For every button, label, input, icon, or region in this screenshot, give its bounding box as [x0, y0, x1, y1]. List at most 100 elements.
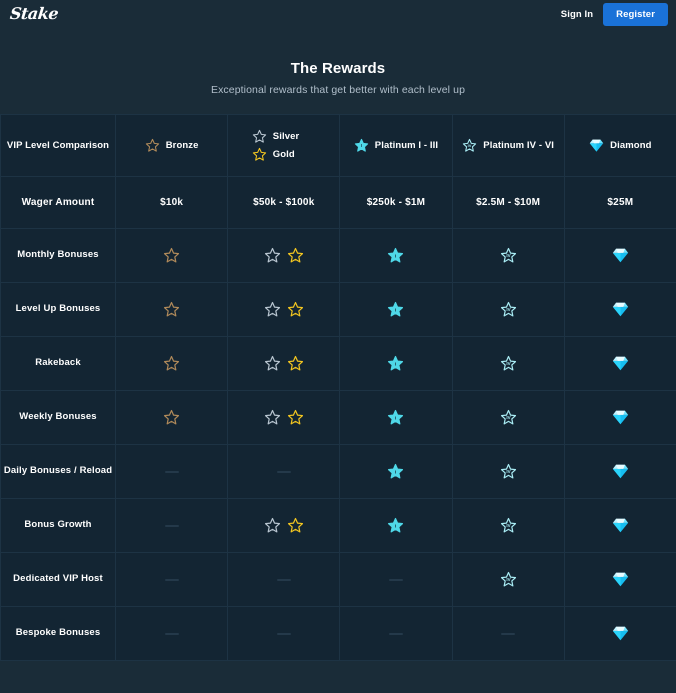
star-shape: I — [388, 355, 404, 371]
svg-text:IV: IV — [506, 415, 510, 420]
not-available-dash — [228, 578, 339, 581]
cell-diamond — [563, 228, 676, 283]
cell-bronze — [114, 282, 229, 337]
cell-plat46: IV — [451, 444, 565, 499]
vip-level-comparison-label: VIP Level Comparison — [6, 140, 110, 151]
column-header-plat13: I Platinum I - III — [339, 114, 453, 177]
empty-dash — [501, 632, 516, 635]
table-row: Monthly Bonuses I IV — [0, 228, 676, 283]
column-header-plat46: IV Platinum IV - VI — [451, 114, 565, 177]
star-shape — [287, 517, 303, 533]
diamond-gem-icon — [565, 464, 676, 479]
table-row-wager-amount: Wager Amount $10k $50k - $100k $250k - $1M $… — [0, 176, 676, 229]
cell-silvergold — [227, 390, 341, 445]
not-available-dash — [340, 578, 451, 581]
row-label: Dedicated VIP Host — [0, 552, 116, 607]
cell-plat46: IV — [451, 336, 565, 391]
row-label: Monthly Bonuses — [0, 228, 116, 283]
not-available-dash — [340, 632, 451, 635]
star-shape: IV — [500, 409, 516, 425]
star-shape — [164, 409, 180, 425]
diamond-gem-icon — [565, 410, 676, 425]
row-label: Daily Bonuses / Reload — [0, 444, 116, 499]
column-label-diamond: Diamond — [610, 139, 652, 151]
svg-text:IV: IV — [506, 307, 510, 312]
stake-logo[interactable]: Stake — [9, 4, 59, 23]
cell-plat46: IV — [451, 228, 565, 283]
star-shape — [252, 147, 266, 161]
star-filled-platinum-i-icon: I — [340, 301, 451, 318]
gem-shape — [589, 139, 604, 152]
row-label: Weekly Bonuses — [0, 390, 116, 445]
star-outline-silver-gold-icon — [228, 247, 339, 264]
diamond-gem-icon — [565, 572, 676, 587]
topbar-actions: Sign In Register — [561, 2, 668, 26]
empty-dash — [388, 632, 403, 635]
page-subtitle: Exceptional rewards that get better with… — [210, 84, 466, 96]
star-shape: I — [354, 138, 368, 152]
cell-plat13: I — [339, 390, 453, 445]
cell-plat13: I — [339, 336, 453, 391]
cell-plat13 — [339, 552, 453, 607]
sign-in-link[interactable]: Sign In — [561, 9, 593, 20]
cell-silvergold — [227, 228, 341, 283]
star-outline-platinum-iv-icon: IV — [453, 355, 564, 372]
star-outline-bronze-icon — [116, 409, 227, 426]
cell-silvergold — [227, 498, 341, 553]
cell-bronze — [114, 606, 229, 661]
diamond-gem-icon — [565, 248, 676, 263]
gem-shape — [612, 410, 628, 425]
table-row: Daily Bonuses / Reload I IV — [0, 444, 676, 499]
cell-plat46: IV — [451, 498, 565, 553]
svg-text:I: I — [361, 143, 362, 148]
cell-plat13: I — [339, 282, 453, 337]
cell-bronze — [114, 444, 229, 499]
cell-silvergold — [227, 552, 341, 607]
star-outline-bronze-icon — [145, 138, 160, 153]
column-label-silver: Silver — [272, 131, 300, 142]
star-outline-silver-icon — [252, 129, 267, 144]
wager-value-silvergold: $50k - $100k — [227, 176, 341, 229]
cell-diamond — [563, 390, 676, 445]
svg-text:IV: IV — [506, 253, 510, 258]
cell-plat13: I — [339, 498, 453, 553]
table-row: Bespoke Bonuses — [0, 606, 676, 661]
star-outline-silver-gold-icon — [228, 409, 339, 426]
gem-shape — [612, 626, 628, 641]
star-filled-platinum-i-icon: I — [340, 463, 451, 480]
cell-bronze — [114, 228, 229, 283]
register-button[interactable]: Register — [603, 2, 668, 26]
star-shape: IV — [500, 355, 516, 371]
svg-text:IV: IV — [506, 577, 510, 582]
cell-plat46: IV — [451, 282, 565, 337]
gem-shape — [612, 518, 628, 533]
star-filled-platinum-i-icon: I — [340, 409, 451, 426]
column-label-plat46: Platinum IV - VI — [483, 140, 555, 151]
cell-bronze — [114, 336, 229, 391]
wager-value-plat13: $250k - $1M — [339, 176, 453, 229]
wager-value-diamond: $25M — [563, 176, 676, 229]
cell-bronze — [114, 498, 229, 553]
table-row: Dedicated VIP Host IV — [0, 552, 676, 607]
star-outline-platinum-iv-icon: IV — [462, 138, 477, 153]
star-outline-platinum-iv-icon: IV — [453, 517, 564, 534]
cell-diamond — [563, 336, 676, 391]
star-shape — [287, 409, 303, 425]
star-outline-platinum-iv-icon: IV — [453, 409, 564, 426]
rewards-table-container: VIP Level Comparison Bronze Silver Gold I Pla… — [0, 114, 676, 661]
star-outline-silver-gold-icon — [228, 517, 339, 534]
table-body: Wager Amount $10k $50k - $100k $250k - $1M $… — [0, 176, 676, 661]
svg-text:IV: IV — [468, 143, 472, 148]
svg-text:IV: IV — [506, 469, 510, 474]
star-outline-platinum-iv-icon: IV — [453, 247, 564, 264]
star-shape: IV — [500, 247, 516, 263]
svg-text:IV: IV — [506, 523, 510, 528]
cell-plat13 — [339, 606, 453, 661]
empty-dash — [276, 578, 291, 581]
hero-section: The Rewards Exceptional rewards that get… — [0, 28, 676, 96]
row-label: Level Up Bonuses — [0, 282, 116, 337]
wager-value-plat46: $2.5M - $10M — [451, 176, 565, 229]
cell-plat13: I — [339, 228, 453, 283]
star-filled-platinum-i-icon: I — [340, 517, 451, 534]
star-outline-bronze-icon — [116, 247, 227, 264]
